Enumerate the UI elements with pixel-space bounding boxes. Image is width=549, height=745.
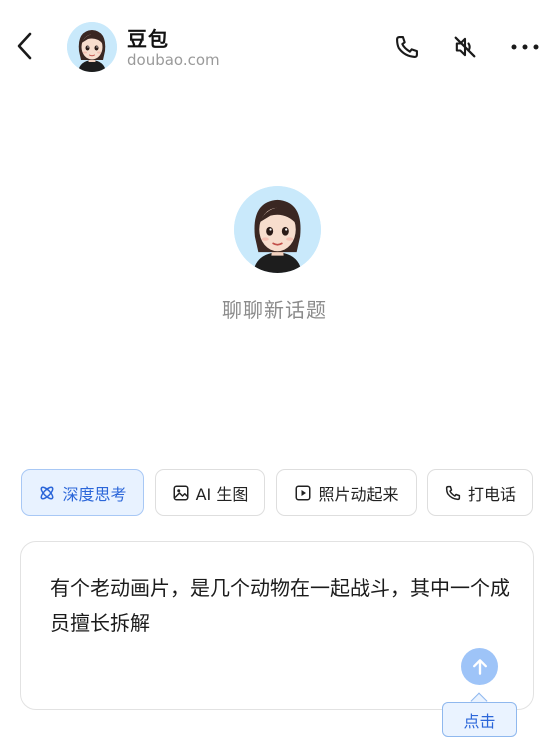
more-button[interactable] bbox=[508, 30, 542, 64]
contact-domain: doubao.com bbox=[127, 51, 220, 69]
chip-label: AI 生图 bbox=[195, 484, 249, 504]
avatar[interactable] bbox=[67, 22, 117, 72]
arrow-up-icon bbox=[472, 658, 487, 675]
more-dots-icon bbox=[511, 44, 539, 50]
atom-icon bbox=[41, 486, 54, 499]
mute-button[interactable] bbox=[448, 30, 482, 64]
avatar-illustration bbox=[67, 22, 117, 72]
speaker-muted-icon bbox=[454, 36, 476, 58]
message-input-text[interactable]: 有个老动画片，是几个动物在一起战斗，其中一个成员擅长拆解 bbox=[50, 571, 520, 641]
image-icon bbox=[173, 485, 189, 500]
chip-ai-image[interactable]: AI 生图 bbox=[155, 469, 265, 516]
avatar-illustration bbox=[234, 186, 321, 273]
chip-animate-photo[interactable]: 照片动起来 bbox=[276, 469, 417, 516]
chevron-left-icon bbox=[17, 32, 32, 60]
chip-call[interactable]: 打电话 bbox=[427, 469, 533, 516]
phone-icon bbox=[445, 485, 461, 500]
chip-label: 照片动起来 bbox=[318, 484, 399, 504]
chip-label: 打电话 bbox=[467, 484, 516, 504]
back-button[interactable] bbox=[8, 28, 40, 64]
contact-name: 豆包 bbox=[127, 27, 169, 51]
chat-header: 豆包 doubao.com bbox=[0, 0, 549, 92]
chip-label: 深度思考 bbox=[62, 484, 127, 504]
click-tooltip: 点击 bbox=[442, 702, 517, 737]
new-topic-title: 聊聊新话题 bbox=[222, 298, 327, 322]
assistant-avatar bbox=[234, 186, 321, 273]
play-icon bbox=[295, 485, 311, 500]
phone-icon bbox=[396, 36, 418, 58]
message-input[interactable]: 有个老动画片，是几个动物在一起战斗，其中一个成员擅长拆解 bbox=[20, 541, 534, 710]
send-button[interactable] bbox=[461, 648, 498, 685]
call-button[interactable] bbox=[390, 30, 424, 64]
chip-deep-thinking[interactable]: 深度思考 bbox=[21, 469, 144, 516]
tooltip-label: 点击 bbox=[463, 711, 496, 731]
